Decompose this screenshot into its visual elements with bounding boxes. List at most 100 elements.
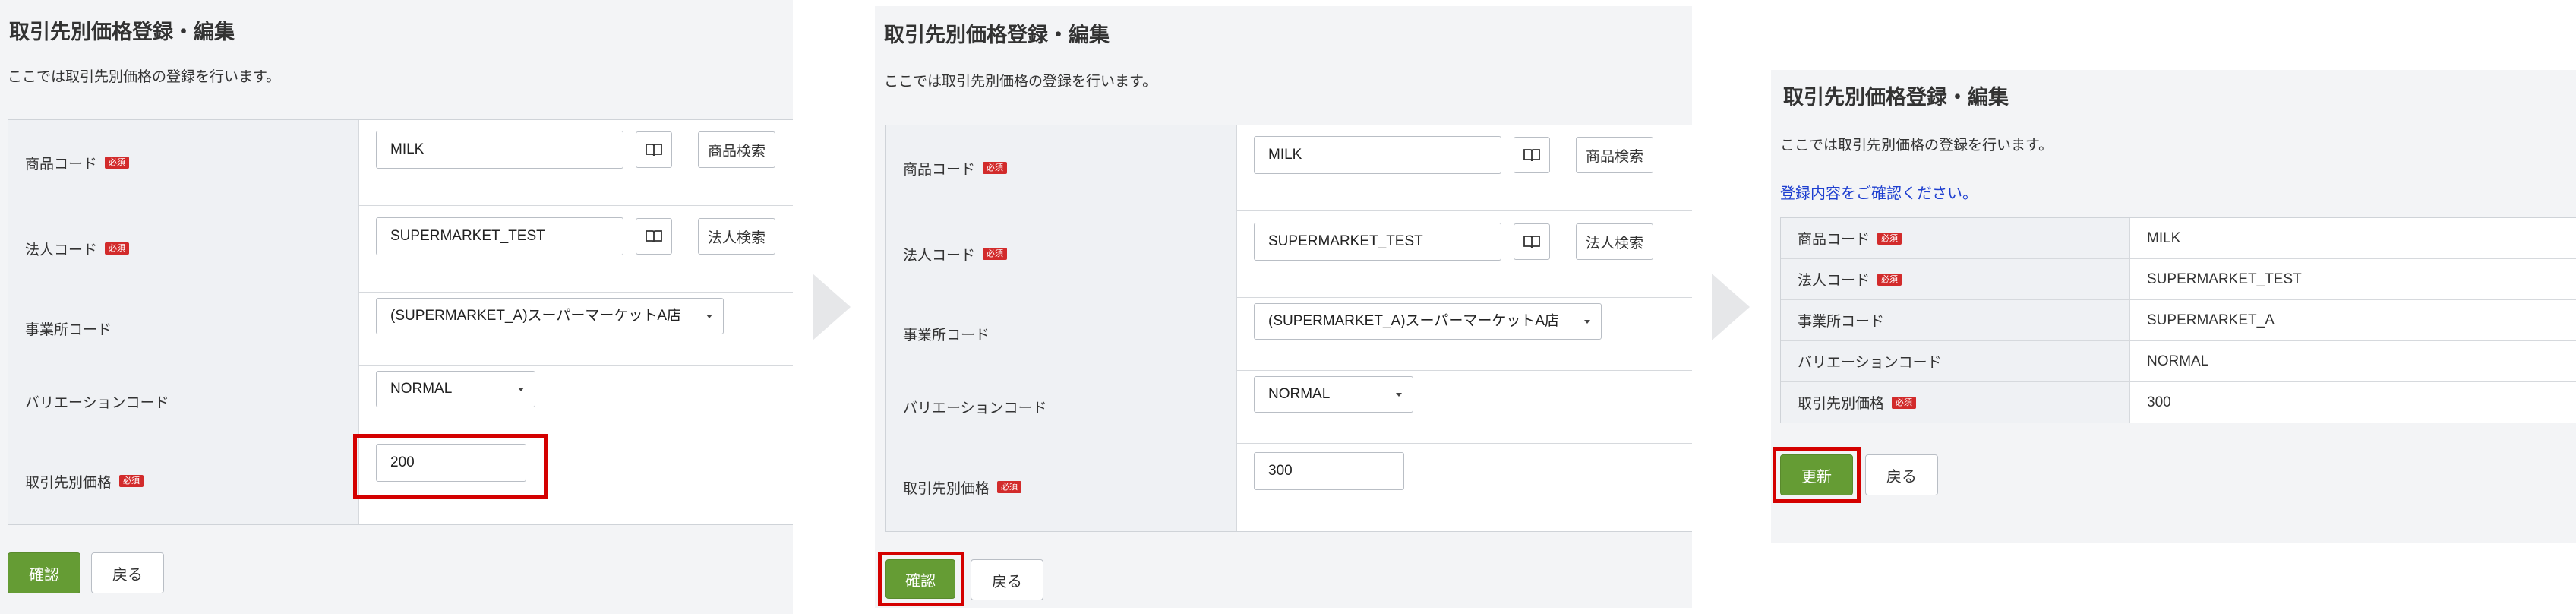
row-product-code: 商品コード 必須 MILK: [1781, 218, 2576, 259]
product-code-input[interactable]: MILK: [1254, 136, 1501, 174]
book-icon: [1523, 149, 1540, 162]
row-product-code: 商品コード 必須 MILK 商品検索: [8, 120, 793, 206]
label-text: 取引先別価格: [903, 480, 990, 497]
label-variation-code: バリエーションコード: [8, 365, 359, 438]
price-input[interactable]: 300: [1254, 452, 1404, 490]
confirm-table: 商品コード 必須 MILK 法人コード 必須 SUPERMARKET_TEST …: [1780, 217, 2576, 423]
office-code-select[interactable]: (SUPERMARKET_A)スーパーマーケットA店: [1254, 303, 1602, 340]
required-badge: 必須: [983, 162, 1008, 174]
value-corp-code: SUPERMARKET_TEST: [2147, 271, 2302, 287]
price-form: 商品コード 必須 MILK 商品検索 法人コード 必須 SUPERMARKET_…: [886, 125, 1692, 532]
page-description: ここでは取引先別価格の登録を行います。: [884, 74, 1157, 90]
row-corp-code: 法人コード 必須 SUPERMARKET_TEST: [1781, 259, 2576, 300]
required-badge: 必須: [997, 481, 1022, 493]
label-product-code: 商品コード 必須: [8, 120, 359, 205]
label-text: 商品コード: [1798, 232, 1870, 248]
product-lookup-button[interactable]: [1514, 137, 1550, 173]
required-badge: 必須: [1877, 232, 1902, 245]
row-price: 取引先別価格 必須 300: [886, 443, 1692, 531]
chevron-down-icon: [706, 315, 712, 318]
back-button[interactable]: 戻る: [1865, 454, 1938, 495]
label-corp-code: 法人コード 必須: [886, 210, 1237, 297]
label-price: 取引先別価格 必須: [886, 443, 1237, 531]
selected-value: (SUPERMARKET_A)スーパーマーケットA店: [1268, 313, 1560, 329]
value-product-code: MILK: [2147, 229, 2181, 246]
label-product-code: 商品コード 必須: [1781, 218, 2130, 258]
label-text: 法人コード: [1798, 273, 1870, 289]
selected-value: (SUPERMARKET_A)スーパーマーケットA店: [390, 308, 682, 324]
confirm-button[interactable]: 確認: [886, 559, 955, 599]
book-icon: [646, 230, 662, 243]
corp-code-input[interactable]: SUPERMARKET_TEST: [376, 217, 623, 255]
corp-lookup-button[interactable]: [1514, 223, 1550, 260]
variation-code-select[interactable]: NORMAL: [376, 371, 535, 407]
label-text: 商品コード: [903, 161, 976, 178]
product-code-input[interactable]: MILK: [376, 131, 623, 169]
label-text: 取引先別価格: [25, 474, 112, 491]
value-office-code: SUPERMARKET_A: [2147, 312, 2275, 328]
product-lookup-button[interactable]: [636, 131, 672, 168]
label-text: 法人コード: [903, 247, 976, 264]
label-text: 取引先別価格: [1798, 396, 1885, 412]
book-icon: [646, 144, 662, 157]
required-badge: 必須: [1892, 396, 1917, 409]
corp-search-button[interactable]: 法人検索: [1576, 223, 1653, 260]
chevron-down-icon: [518, 388, 524, 391]
variation-code-select[interactable]: NORMAL: [1254, 376, 1413, 413]
page-description: ここでは取引先別価格の登録を行います。: [1780, 138, 2054, 154]
required-badge: 必須: [119, 475, 144, 487]
price-form: 商品コード 必須 MILK 商品検索 法人コード 必須 SUPERMARKET_…: [8, 119, 793, 525]
back-button[interactable]: 戻る: [91, 552, 164, 593]
row-corp-code: 法人コード 必須 SUPERMARKET_TEST 法人検索: [886, 210, 1692, 298]
product-search-button[interactable]: 商品検索: [698, 131, 775, 168]
book-icon: [1523, 236, 1540, 248]
label-corp-code: 法人コード 必須: [8, 205, 359, 292]
chevron-down-icon: [1396, 393, 1402, 397]
label-price: 取引先別価格 必須: [8, 438, 359, 524]
row-product-code: 商品コード 必須 MILK 商品検索: [886, 125, 1692, 211]
page-title: 取引先別価格登録・編集: [9, 21, 235, 43]
required-badge: 必須: [105, 157, 130, 169]
corp-search-button[interactable]: 法人検索: [698, 218, 775, 255]
chevron-down-icon: [1584, 320, 1590, 324]
required-badge: 必須: [1877, 273, 1902, 286]
back-button[interactable]: 戻る: [971, 559, 1043, 600]
value-variation-code: NORMAL: [2147, 353, 2209, 369]
required-badge: 必須: [983, 248, 1008, 260]
row-corp-code: 法人コード 必須 SUPERMARKET_TEST 法人検索: [8, 205, 793, 293]
product-search-button[interactable]: 商品検索: [1576, 137, 1653, 173]
label-office-code: 事業所コード: [8, 292, 359, 365]
label-text: 法人コード: [25, 242, 98, 258]
label-price: 取引先別価格 必須: [1781, 382, 2130, 423]
selected-value: NORMAL: [390, 381, 453, 397]
row-office-code: 事業所コード SUPERMARKET_A: [1781, 300, 2576, 341]
label-corp-code: 法人コード 必須: [1781, 259, 2130, 299]
row-price: 取引先別価格 必須 300: [1781, 382, 2576, 423]
arrow-right-icon: [813, 274, 851, 340]
label-variation-code: バリエーションコード: [886, 370, 1237, 443]
row-office-code: 事業所コード (SUPERMARKET_A)スーパーマーケットA店: [886, 297, 1692, 371]
page-title: 取引先別価格登録・編集: [1783, 86, 2009, 109]
label-text: 商品コード: [25, 156, 98, 172]
arrow-right-icon: [1712, 274, 1750, 340]
page-title: 取引先別価格登録・編集: [884, 24, 1110, 46]
selected-value: NORMAL: [1268, 386, 1331, 402]
row-variation-code: バリエーションコード NORMAL: [886, 370, 1692, 444]
label-variation-code: バリエーションコード: [1781, 341, 2130, 381]
step2-screen: 取引先別価格登録・編集 ここでは取引先別価格の登録を行います。 商品コード 必須…: [875, 6, 1692, 608]
confirm-notice: 登録内容をご確認ください。: [1780, 185, 1978, 202]
confirm-button[interactable]: 確認: [8, 552, 80, 593]
step1-screen: 取引先別価格登録・編集 ここでは取引先別価格の登録を行います。 商品コード 必須…: [0, 0, 793, 614]
corp-code-input[interactable]: SUPERMARKET_TEST: [1254, 223, 1501, 261]
price-input[interactable]: 200: [376, 444, 526, 482]
row-variation-code: バリエーションコード NORMAL: [8, 365, 793, 438]
value-price: 300: [2147, 394, 2171, 410]
label-product-code: 商品コード 必須: [886, 125, 1237, 210]
step3-screen: 取引先別価格登録・編集 ここでは取引先別価格の登録を行います。 登録内容をご確認…: [1771, 70, 2576, 543]
page-description: ここでは取引先別価格の登録を行います。: [8, 69, 281, 85]
corp-lookup-button[interactable]: [636, 218, 672, 255]
office-code-select[interactable]: (SUPERMARKET_A)スーパーマーケットA店: [376, 298, 724, 334]
label-office-code: 事業所コード: [1781, 300, 2130, 340]
update-button[interactable]: 更新: [1780, 454, 1853, 495]
row-variation-code: バリエーションコード NORMAL: [1781, 341, 2576, 382]
